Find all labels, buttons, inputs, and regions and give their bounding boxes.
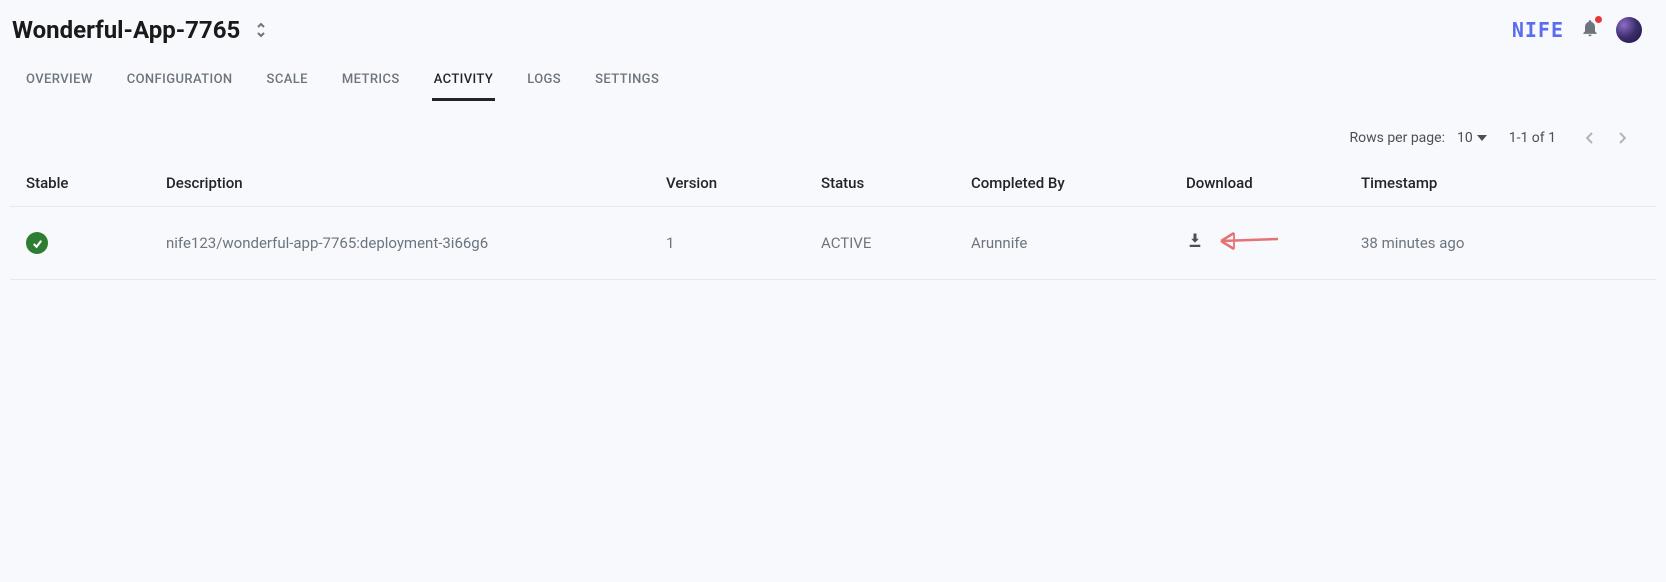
cell-stable: [10, 207, 150, 280]
pagination-controls: Rows per page: 10 1-1 of 1: [10, 116, 1656, 160]
notifications-button[interactable]: [1580, 18, 1600, 42]
page-title: Wonderful-App-7765: [12, 16, 240, 44]
rows-per-page-label: Rows per page:: [1349, 130, 1444, 146]
cell-description: nife123/wonderful-app-7765:deployment-3i…: [150, 207, 650, 280]
tab-overview[interactable]: OVERVIEW: [24, 64, 95, 101]
col-header-download: Download: [1170, 160, 1345, 207]
title-group: Wonderful-App-7765: [12, 16, 268, 44]
tab-settings[interactable]: SETTINGS: [593, 64, 661, 101]
cell-status: ACTIVE: [805, 207, 955, 280]
notification-dot-icon: [1595, 16, 1602, 23]
page-header: Wonderful-App-7765 NIFE: [0, 0, 1666, 52]
tab-metrics[interactable]: METRICS: [340, 64, 402, 101]
avatar[interactable]: [1616, 17, 1642, 43]
col-header-stable: Stable: [10, 160, 150, 207]
activity-table: Stable Description Version Status Comple…: [10, 160, 1656, 280]
col-header-version: Version: [650, 160, 805, 207]
table-header-row: Stable Description Version Status Comple…: [10, 160, 1656, 207]
chevron-left-icon: [1586, 132, 1594, 144]
col-header-timestamp: Timestamp: [1345, 160, 1656, 207]
cell-timestamp: 38 minutes ago: [1345, 207, 1656, 280]
pagination-range: 1-1 of 1: [1509, 130, 1556, 146]
chevron-right-icon: [1618, 132, 1626, 144]
col-header-description: Description: [150, 160, 650, 207]
tab-bar: OVERVIEW CONFIGURATION SCALE METRICS ACT…: [0, 52, 1666, 102]
header-right: NIFE: [1512, 17, 1642, 43]
brand-logo: NIFE: [1512, 18, 1564, 42]
tab-logs[interactable]: LOGS: [525, 64, 563, 101]
table-row: nife123/wonderful-app-7765:deployment-3i…: [10, 207, 1656, 280]
cell-download: [1170, 207, 1345, 280]
rows-per-page: Rows per page: 10: [1349, 130, 1486, 146]
rows-per-page-select[interactable]: 10: [1457, 130, 1487, 146]
updown-selector-icon[interactable]: [254, 21, 268, 39]
annotation-arrow-icon: [1216, 229, 1286, 257]
download-button[interactable]: [1186, 232, 1204, 254]
tab-activity[interactable]: ACTIVITY: [432, 64, 496, 101]
next-page-button[interactable]: [1610, 126, 1634, 150]
rows-per-page-value: 10: [1457, 130, 1473, 146]
chevron-down-icon: [1477, 135, 1487, 141]
prev-page-button[interactable]: [1578, 126, 1602, 150]
col-header-completed-by: Completed By: [955, 160, 1170, 207]
cell-version: 1: [650, 207, 805, 280]
tab-configuration[interactable]: CONFIGURATION: [125, 64, 235, 101]
col-header-status: Status: [805, 160, 955, 207]
table-container: Rows per page: 10 1-1 of 1 Stable Descri…: [10, 116, 1656, 280]
tab-scale[interactable]: SCALE: [265, 64, 310, 101]
cell-completed-by: Arunnife: [955, 207, 1170, 280]
download-icon: [1186, 232, 1204, 250]
stable-check-icon: [26, 232, 48, 254]
page-nav: [1578, 126, 1634, 150]
